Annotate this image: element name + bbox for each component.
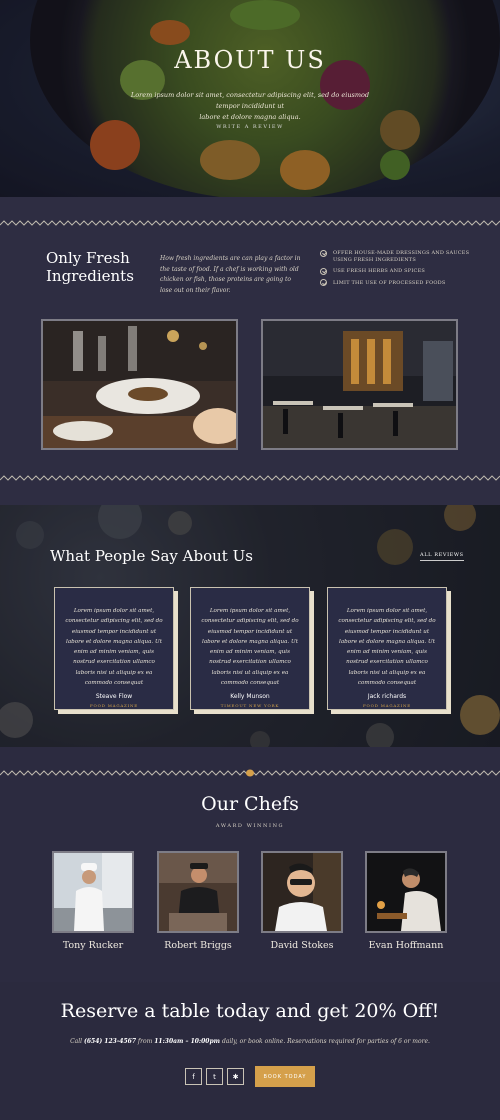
reservation-text-suffix: daily, or book online. Reservations requ… [220, 1038, 430, 1045]
chefs-subtitle: AWARD WINNING [215, 823, 285, 829]
check-circle-icon [320, 267, 327, 275]
review-text: Lorem ipsum dolor sit amet, consectetur … [65, 608, 163, 687]
reviews-title: What People Say About Us [50, 547, 253, 565]
chef-card: David Stokes [261, 851, 343, 951]
phone-number[interactable]: (654) 123-4567 [84, 1038, 136, 1045]
book-today-button[interactable]: BOOK TODAY [255, 1066, 315, 1087]
fresh-title-line1: Only Fresh [46, 249, 130, 267]
review-card: Lorem ipsum dolor sit amet, consectetur … [190, 587, 310, 710]
reviewer-name: Kelly Munson [230, 693, 270, 701]
chefs-title: Our Chefs [201, 793, 299, 815]
fresh-ingredients-text: How fresh ingredients are can play a fac… [160, 255, 301, 294]
fresh-ingredients-list: OFFER HOUSE-MADE DRESSINGS AND SAUCES US… [320, 249, 470, 291]
reviewer-name: Steave Flow [95, 693, 133, 701]
check-circle-icon [320, 249, 327, 257]
zigzag-divider [0, 475, 500, 481]
zigzag-divider [0, 220, 500, 226]
fresh-title-line2: Ingredients [46, 267, 134, 285]
reservation-section: Reserve a table today and get 20% Off! C… [0, 982, 500, 1120]
dining-table-photo [41, 319, 238, 450]
chef-name: Evan Hoffmann [368, 940, 444, 951]
twitter-icon[interactable]: t [206, 1068, 223, 1085]
chef-photo [365, 851, 447, 933]
review-card: Lorem ipsum dolor sit amet, consectetur … [327, 587, 447, 710]
reservation-text-mid: from [136, 1038, 155, 1045]
chef-photo [52, 851, 134, 933]
hero-description-line2: labore et dolore magna aliqua. [199, 113, 301, 121]
fresh-ingredients-title: Only Fresh Ingredients [46, 249, 146, 285]
chef-name: Tony Rucker [62, 940, 124, 951]
fresh-ingredients-section: Only Fresh Ingredients How fresh ingredi… [0, 197, 500, 505]
list-item-text: OFFER HOUSE-MADE DRESSINGS AND SAUCES US… [333, 250, 470, 263]
yelp-icon[interactable]: ✱ [227, 1068, 244, 1085]
reservation-text: Call (654) 123-4567 from 11:30am – 10:00… [0, 1038, 500, 1045]
reservation-title: Reserve a table today and get 20% Off! [60, 1000, 440, 1022]
page-title: ABOUT US [174, 46, 326, 74]
review-card: Lorem ipsum dolor sit amet, consectetur … [54, 587, 174, 710]
reviews-section: What People Say About Us ALL REVIEWS Lor… [0, 505, 500, 747]
chef-name: David Stokes [270, 940, 334, 951]
all-reviews-link[interactable]: ALL REVIEWS [420, 552, 464, 561]
write-review-link[interactable]: WRITE A REVIEW [0, 124, 500, 130]
list-item: USE FRESH HERBS AND SPICES [320, 267, 470, 275]
reviewer-publication: FOOD MAGAZINE [362, 703, 412, 709]
hero-description-line1: Lorem ipsum dolor sit amet, consectetur … [130, 91, 370, 110]
review-text: Lorem ipsum dolor sit amet, consectetur … [201, 608, 299, 687]
zigzag-divider [0, 769, 500, 777]
reviewer-publication: FOOD MAGAZINE [89, 703, 139, 709]
facebook-icon[interactable]: f [185, 1068, 202, 1085]
chef-photo [157, 851, 239, 933]
reservation-text-prefix: Call [70, 1038, 84, 1045]
list-item: OFFER HOUSE-MADE DRESSINGS AND SAUCES US… [320, 249, 470, 263]
list-item-text: USE FRESH HERBS AND SPICES [333, 268, 426, 274]
opening-hours: 11:30am – 10:00pm [154, 1038, 221, 1045]
chef-card: Robert Briggs [157, 851, 239, 951]
chef-card: Tony Rucker [52, 851, 134, 951]
chef-photo [261, 851, 343, 933]
hero-description: Lorem ipsum dolor sit amet, consectetur … [130, 90, 370, 123]
hero-banner: ABOUT US Lorem ipsum dolor sit amet, con… [0, 0, 500, 197]
reviewer-name: Jack richards [367, 693, 407, 701]
review-text: Lorem ipsum dolor sit amet, consectetur … [338, 608, 436, 687]
chef-name: Robert Briggs [164, 940, 232, 951]
list-item: LIMIT THE USE OF PROCESSED FOODS [320, 279, 470, 286]
list-item-text: LIMIT THE USE OF PROCESSED FOODS [333, 279, 446, 286]
check-circle-icon [320, 279, 327, 286]
chefs-section: Our Chefs AWARD WINNING Tony Rucker Robe… [0, 747, 500, 982]
restaurant-interior-photo [261, 319, 458, 450]
chef-card: Evan Hoffmann [365, 851, 447, 951]
reviewer-publication: TIMEOUT NEW YORK [220, 703, 280, 709]
